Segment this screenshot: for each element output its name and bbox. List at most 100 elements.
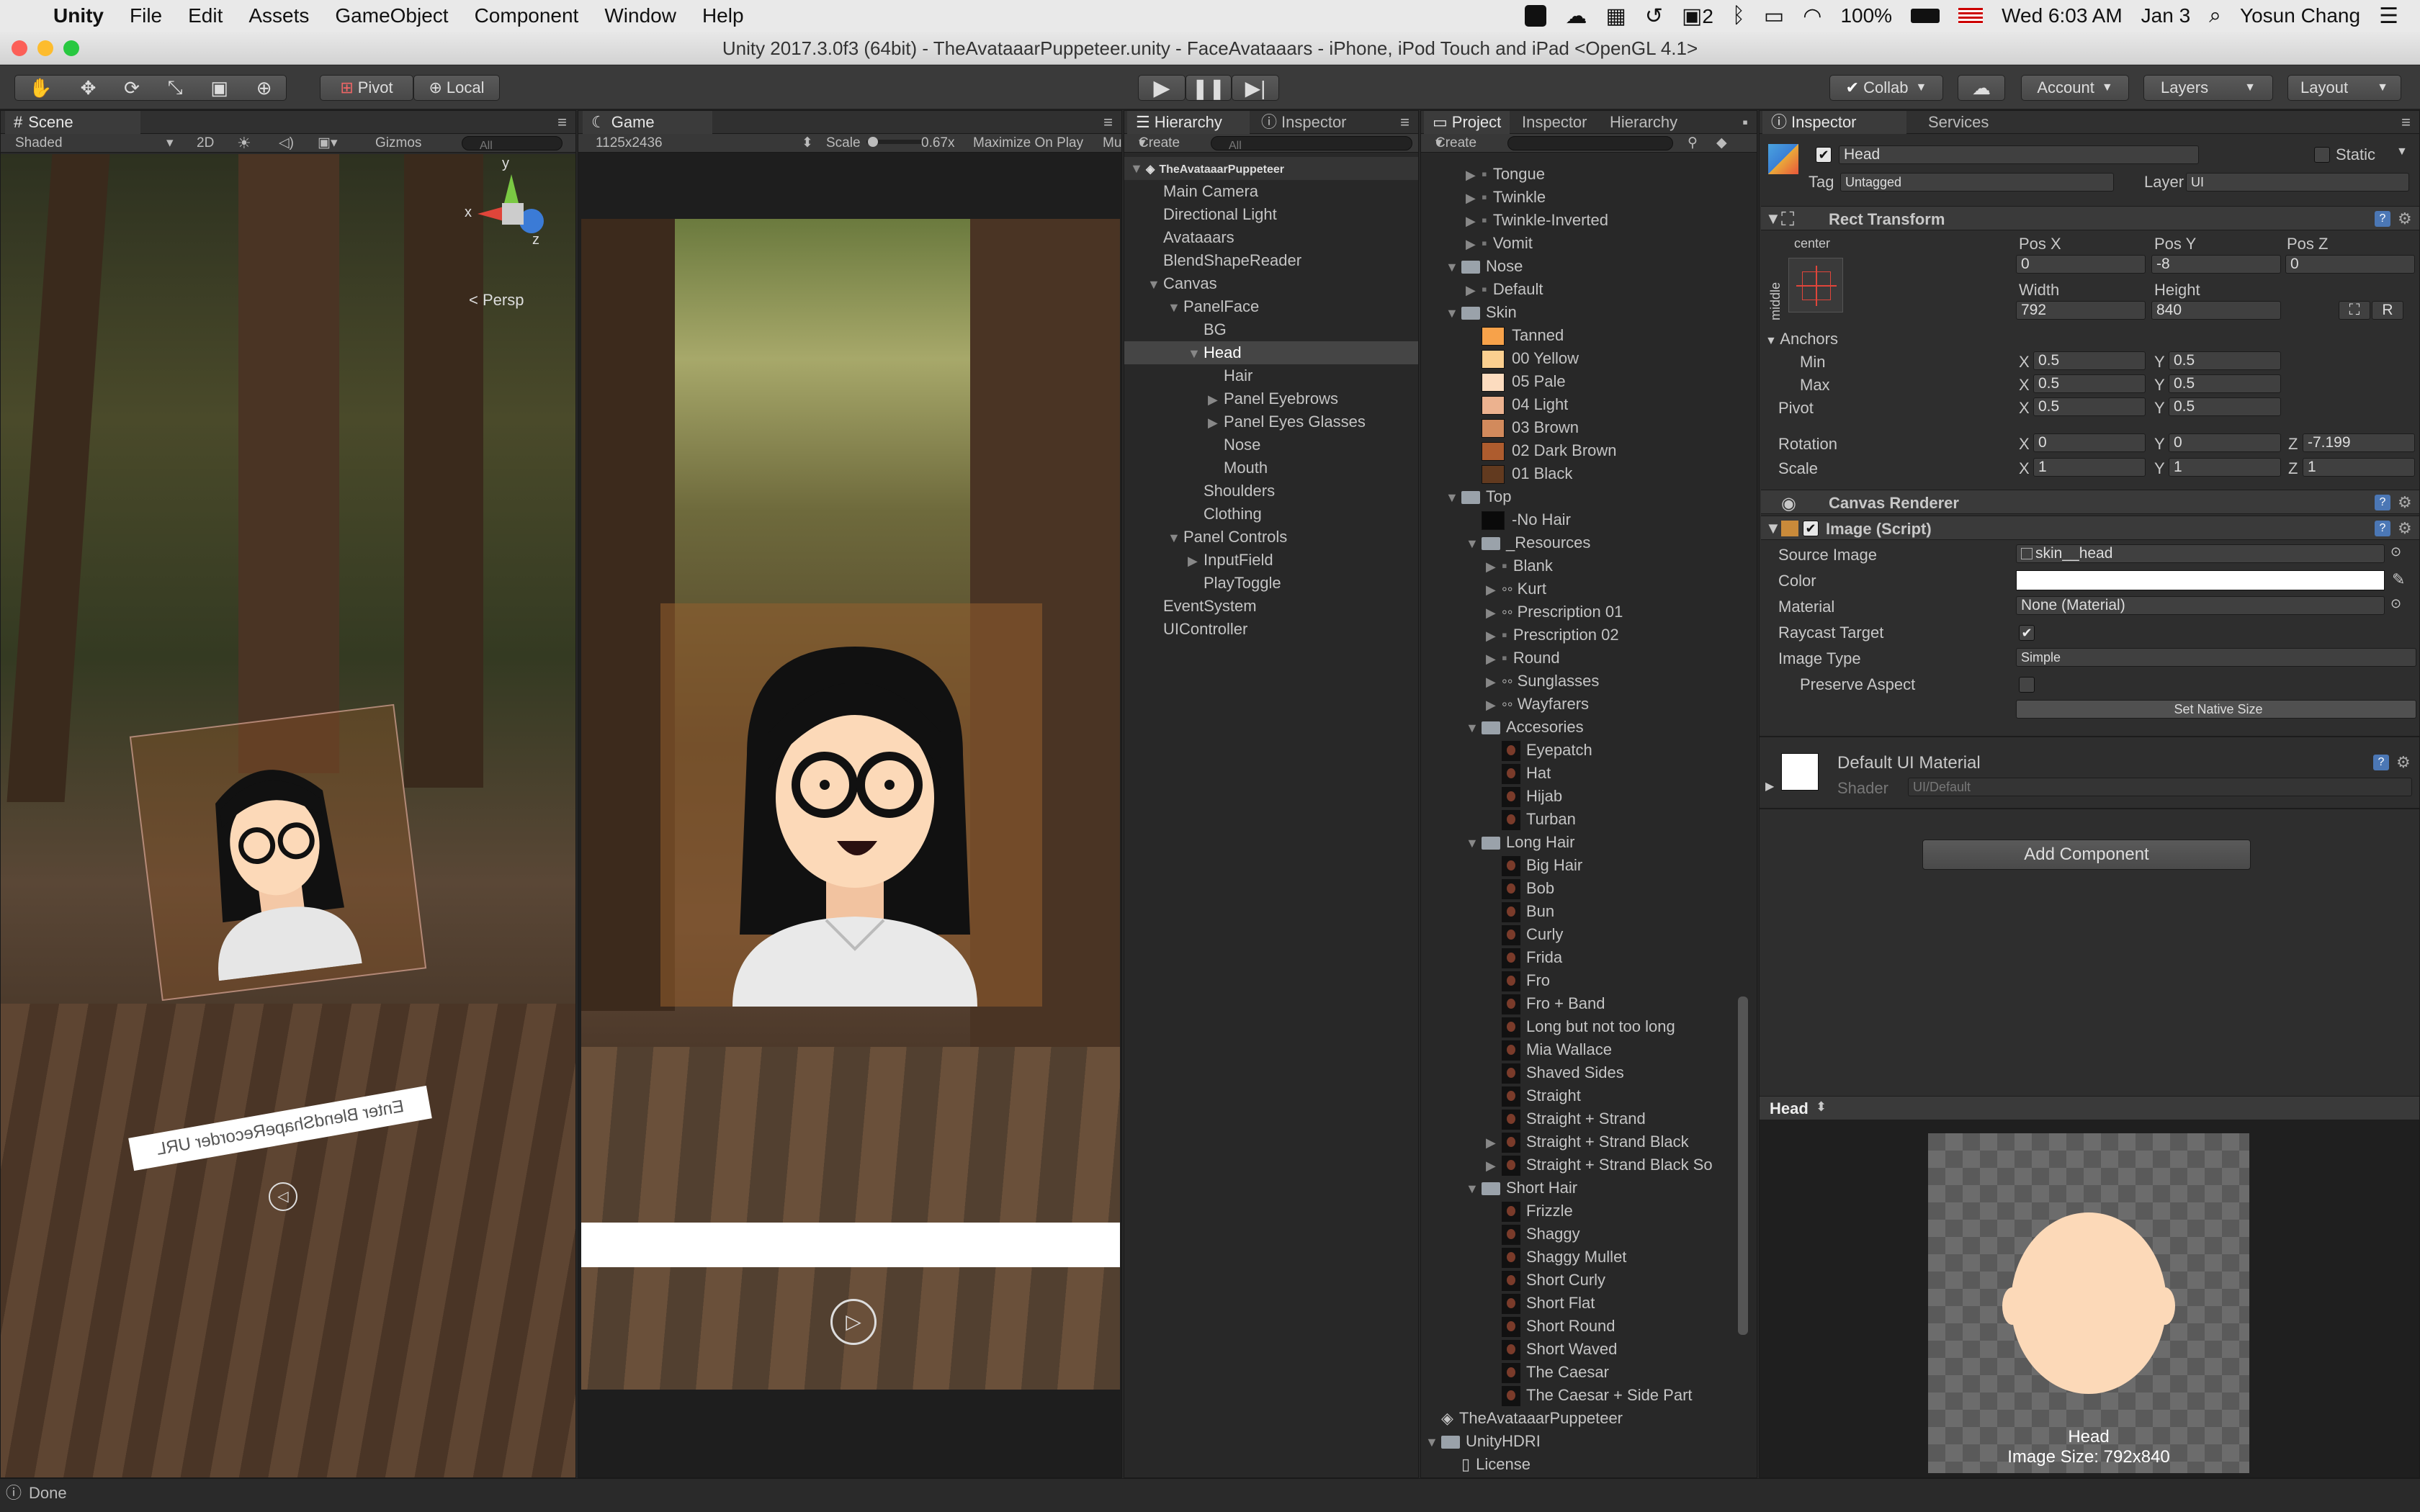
expand-arrow[interactable]: ▶ (1466, 233, 1482, 256)
tab-hierarchy[interactable]: ☰ Hierarchy (1127, 111, 1250, 134)
project-row[interactable]: Hijab (1421, 785, 1738, 808)
help-icon[interactable]: ? (2375, 521, 2390, 536)
project-row[interactable]: Short Round (1421, 1315, 1738, 1338)
chevron-down-icon[interactable]: ▾ (166, 134, 174, 153)
scale-tool-icon[interactable]: ⤡ (168, 76, 183, 99)
hierarchy-row[interactable]: Avataaars (1124, 226, 1418, 249)
menu-gameobject[interactable]: GameObject (322, 4, 461, 27)
resolution-dropdown[interactable]: 1125x2436 (596, 134, 663, 153)
panel-menu-icon[interactable]: ≡ (1392, 111, 1418, 134)
project-row[interactable]: ▶ ▪ Prescription 02 (1421, 624, 1738, 647)
expand-arrow[interactable]: ▼ (1446, 302, 1461, 325)
chevron-down-icon[interactable]: ▼ (2396, 145, 2408, 158)
expand-arrow[interactable]: ▼ (1765, 519, 1781, 538)
audio-icon[interactable]: ◁) (279, 134, 294, 153)
posx-field[interactable]: 0 (2016, 255, 2146, 274)
project-row[interactable]: Bob (1421, 877, 1738, 900)
project-row[interactable]: Bun (1421, 900, 1738, 923)
expand-arrow[interactable]: ▼ (1446, 256, 1461, 279)
expand-arrow[interactable]: ▼ (1466, 1177, 1482, 1200)
rotation-z-field[interactable]: -7.199 (2303, 433, 2415, 452)
hierarchy-row[interactable]: BlendShapeReader (1124, 249, 1418, 272)
mute-audio-toggle[interactable]: Mu (1103, 134, 1121, 153)
help-icon[interactable]: ? (2373, 755, 2389, 770)
expand-arrow[interactable]: ▼ (1130, 157, 1146, 180)
rotation-y-field[interactable]: 0 (2169, 433, 2281, 452)
hand-tool-icon[interactable]: ✋ (29, 77, 52, 99)
play-button[interactable]: ▶ (1138, 75, 1186, 101)
static-checkbox[interactable] (2314, 147, 2330, 163)
head-rect-gizmo[interactable] (129, 703, 427, 1002)
grid-icon[interactable]: ▦ (1605, 4, 1626, 29)
expand-arrow[interactable]: ▶ (1486, 693, 1502, 716)
project-row[interactable]: Mia Wallace (1421, 1038, 1738, 1061)
expand-arrow[interactable]: ▶ (1486, 647, 1502, 670)
rotate-tool-icon[interactable]: ⟳ (124, 77, 140, 99)
project-row[interactable]: ▶ ▪ Blank (1421, 554, 1738, 577)
hierarchy-row[interactable]: ▼ PanelFace (1124, 295, 1418, 318)
gear-icon[interactable]: ⚙ (2398, 495, 2414, 510)
project-row[interactable]: Big Hair (1421, 854, 1738, 877)
project-row[interactable]: -No Hair (1421, 508, 1738, 531)
maximize-on-play-toggle[interactable]: Maximize On Play (973, 134, 1083, 153)
anchor-max-x-field[interactable]: 0.5 (2033, 374, 2146, 393)
project-row[interactable]: Fro (1421, 969, 1738, 992)
project-row[interactable]: ▶ ▪ Default (1421, 278, 1738, 301)
hierarchy-row[interactable]: Clothing (1124, 503, 1418, 526)
hierarchy-search-input[interactable]: All (1211, 136, 1412, 152)
expand-arrow[interactable]: ▼ (1466, 832, 1482, 855)
project-row[interactable]: Tanned (1421, 324, 1738, 347)
project-row[interactable]: ▶ ▪ Vomit (1421, 232, 1738, 255)
height-field[interactable]: 840 (2151, 301, 2281, 320)
project-row[interactable]: ▶ ▪ Tongue (1421, 163, 1738, 186)
expand-arrow[interactable]: ▼ (1188, 342, 1204, 365)
project-row[interactable]: Eyepatch (1421, 739, 1738, 762)
hierarchy-row[interactable]: PlayToggle (1124, 572, 1418, 595)
eyedropper-icon[interactable]: ✎ (2392, 570, 2405, 589)
expand-arrow[interactable]: ▶ (1466, 279, 1482, 302)
material-field[interactable]: None (Material) (2016, 596, 2385, 615)
expand-arrow[interactable]: ▼ (1466, 716, 1482, 739)
expand-arrow[interactable]: ▶ (1486, 1131, 1502, 1154)
hierarchy-row[interactable]: ▼ Panel Controls (1124, 526, 1418, 549)
menu-component[interactable]: Component (462, 4, 592, 27)
spotlight-icon[interactable]: ⌕ (2209, 4, 2221, 28)
width-field[interactable]: 792 (2016, 301, 2146, 320)
raycast-target-checkbox[interactable]: ✔ (2019, 625, 2035, 641)
project-row[interactable]: ▼ Nose (1421, 255, 1738, 278)
expand-arrow[interactable]: ▶ (1466, 210, 1482, 233)
project-row[interactable]: 00 Yellow (1421, 347, 1738, 370)
project-row[interactable]: ◈ TheAvataaarPuppeteer (1421, 1407, 1738, 1430)
tab-game[interactable]: ☾ Game (583, 111, 712, 134)
project-row[interactable]: 01 Black (1421, 462, 1738, 485)
project-row[interactable]: ▶ Straight + Strand Black So (1421, 1153, 1738, 1176)
hierarchy-row[interactable]: Main Camera (1124, 180, 1418, 203)
tab-inspector[interactable]: ⓘ Inspector (1252, 111, 1355, 134)
project-row[interactable]: Short Waved (1421, 1338, 1738, 1361)
step-button[interactable]: ▶| (1232, 75, 1279, 101)
preview-header[interactable]: Head ⬍ (1760, 1096, 2419, 1120)
bluetooth-icon[interactable]: ᛒ (1732, 4, 1745, 28)
preview-dropdown-icon[interactable]: ⬍ (1816, 1099, 1827, 1115)
set-native-size-button[interactable]: Set Native Size (2016, 700, 2416, 719)
pivot-x-field[interactable]: 0.5 (2033, 397, 2146, 416)
search-by-label-icon[interactable]: ◆ (1716, 134, 1727, 153)
expand-arrow[interactable]: ▼ (1147, 273, 1163, 296)
url-input-field[interactable] (581, 1223, 1120, 1267)
project-row[interactable]: Turban (1421, 808, 1738, 831)
rect-transform-header[interactable]: ▼ ⛶ Rect Transform ? ⚙ (1761, 206, 2419, 230)
effects-icon[interactable]: ▣▾ (318, 134, 338, 153)
tab-scene[interactable]: # Scene (5, 111, 140, 134)
expand-arrow[interactable]: ▶ (1208, 411, 1224, 434)
account-dropdown[interactable]: Account ▼ (2021, 75, 2129, 101)
expand-arrow[interactable]: ▼ (1425, 1431, 1441, 1454)
expand-arrow[interactable]: ▶ (1466, 186, 1482, 210)
panel-menu-icon[interactable]: ≡ (549, 111, 575, 134)
expand-arrow[interactable]: ▶ (1486, 670, 1502, 693)
scene-search-input[interactable]: All (462, 136, 563, 152)
image-script-header[interactable]: ▼ ✔ Image (Script) ? ⚙ (1761, 516, 2419, 540)
play-toggle-button[interactable]: ▷ (830, 1299, 877, 1345)
project-row[interactable]: Curly (1421, 923, 1738, 946)
project-row[interactable]: Straight (1421, 1084, 1738, 1107)
lock-icon[interactable]: ▪ (1734, 111, 1757, 134)
